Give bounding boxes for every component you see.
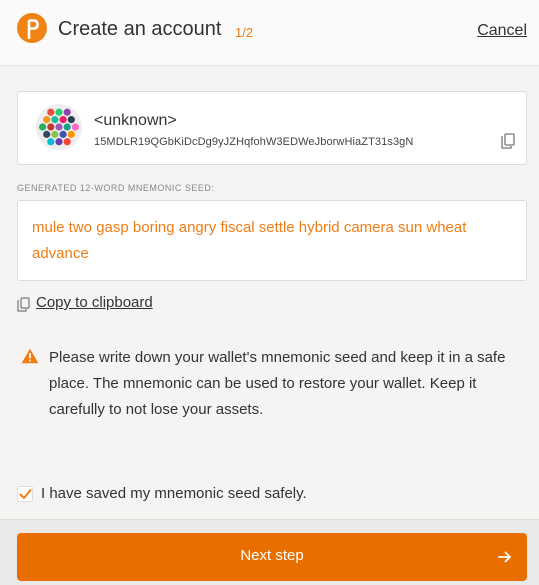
- step-indicator: 1/2: [235, 25, 254, 40]
- mnemonic-seed-text: mule two gasp boring angry fiscal settle…: [32, 219, 467, 262]
- cancel-link[interactable]: Cancel: [477, 22, 527, 40]
- checkmark-icon: [19, 489, 32, 499]
- seed-label: GENERATED 12-WORD MNEMONIC SEED:: [17, 183, 215, 193]
- copy-icon: [17, 297, 30, 312]
- account-card: <unknown> 15MDLR19QGbKiDcDg9yJZHqfohW3ED…: [17, 91, 527, 165]
- warning-text: Please write down your wallet's mnemonic…: [49, 349, 506, 418]
- identicon-icon: [36, 104, 82, 150]
- mnemonic-seed-box: mule two gasp boring angry fiscal settle…: [17, 200, 527, 281]
- header: Create an account 1/2 Cancel: [0, 0, 539, 66]
- account-name: <unknown>: [94, 112, 177, 129]
- copy-address-icon[interactable]: [501, 133, 515, 149]
- warning-icon: [21, 348, 39, 364]
- saved-seed-checkbox[interactable]: [17, 486, 33, 502]
- next-step-button[interactable]: Next step: [17, 533, 527, 581]
- saved-seed-label[interactable]: I have saved my mnemonic seed safely.: [41, 485, 307, 502]
- polkadot-logo-icon: [17, 13, 47, 43]
- next-step-label: Next step: [240, 547, 304, 564]
- account-address: 15MDLR19QGbKiDcDg9yJZHqfohW3EDWeJborwHia…: [94, 136, 414, 148]
- arrow-right-icon: [498, 551, 511, 563]
- copy-to-clipboard-label[interactable]: Copy to clipboard: [36, 294, 153, 311]
- page-title: Create an account: [58, 18, 222, 40]
- footer: Next step: [0, 519, 539, 585]
